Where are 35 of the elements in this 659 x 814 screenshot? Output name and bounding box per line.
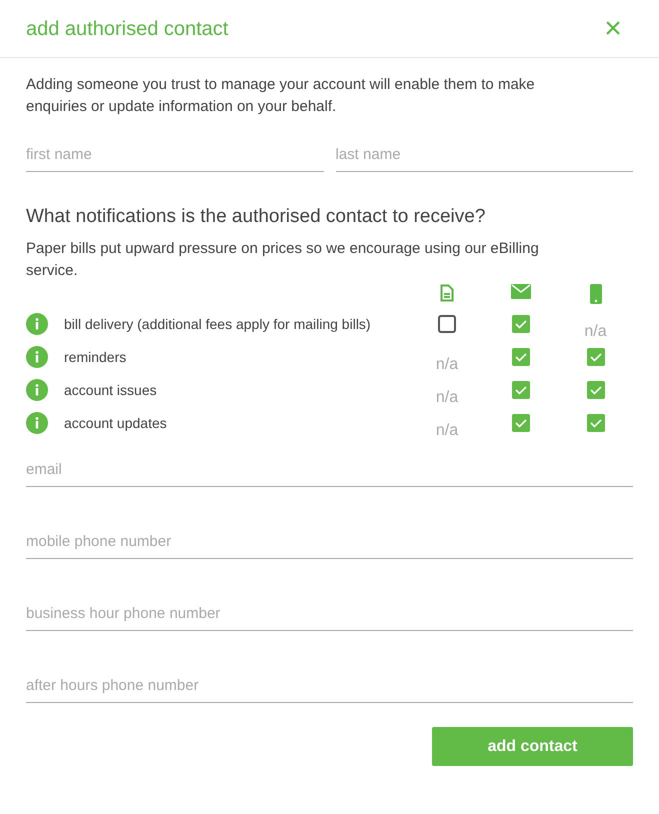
info-icon[interactable] bbox=[26, 313, 48, 335]
text-field[interactable]: after hours phone number bbox=[26, 669, 633, 703]
info-icon[interactable] bbox=[26, 379, 48, 401]
checkbox[interactable] bbox=[512, 315, 530, 333]
notification-label: bill delivery (additional fees apply for mailing bills) bbox=[64, 314, 371, 334]
notification-label: account updates bbox=[64, 414, 167, 433]
text-field[interactable]: business hour phone number bbox=[26, 597, 633, 631]
not-applicable-text: n/a bbox=[584, 322, 607, 342]
checkbox[interactable] bbox=[586, 414, 604, 432]
notification-label: account issues bbox=[64, 380, 157, 400]
not-applicable-text: n/a bbox=[436, 388, 458, 408]
intro-text: Adding someone you trust to manage your account will enable them to make enquiries or update information on your behalf. bbox=[26, 75, 536, 117]
checkbox[interactable] bbox=[438, 315, 456, 333]
document-icon bbox=[440, 284, 454, 302]
notification-label: reminders bbox=[64, 348, 126, 366]
checkbox[interactable] bbox=[512, 348, 530, 366]
checkbox[interactable] bbox=[512, 381, 530, 399]
text-field[interactable]: first name bbox=[26, 138, 324, 172]
section-heading: What notifications is the authorised contact to receive? bbox=[26, 205, 486, 229]
note-text: Paper bills put upward pressure on prices so we encourage using our eBilling service. bbox=[26, 239, 540, 281]
info-icon[interactable] bbox=[26, 412, 48, 434]
checkbox[interactable] bbox=[586, 348, 604, 366]
text-field[interactable]: email bbox=[26, 453, 633, 487]
dialog-title: add authorised contact bbox=[26, 16, 228, 42]
text-field[interactable]: last name bbox=[336, 138, 633, 172]
not-applicable-text: n/a bbox=[436, 355, 458, 375]
text-field[interactable]: mobile phone number bbox=[26, 525, 633, 559]
add-contact-button[interactable]: add contact bbox=[432, 727, 633, 766]
not-applicable-text: n/a bbox=[436, 421, 458, 441]
close-button[interactable]: × bbox=[601, 16, 625, 40]
checkbox[interactable] bbox=[586, 381, 604, 399]
checkbox[interactable] bbox=[512, 414, 530, 432]
info-icon[interactable] bbox=[26, 346, 48, 368]
mail-icon bbox=[511, 284, 531, 299]
phone-icon bbox=[590, 284, 602, 304]
